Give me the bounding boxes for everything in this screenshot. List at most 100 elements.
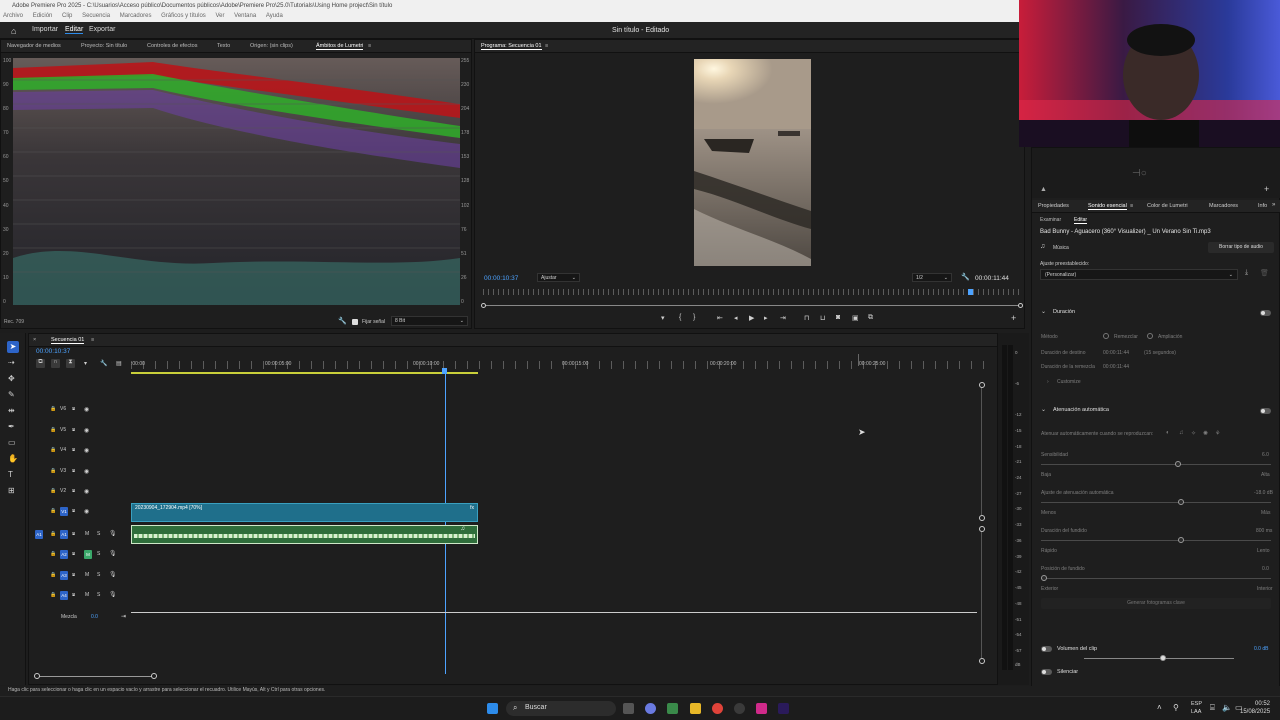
zoom-handle-right[interactable] <box>1018 303 1023 308</box>
lock-icon[interactable]: 🔒 <box>50 531 56 537</box>
menu-graficos[interactable]: Gráficos y títulos <box>161 13 206 19</box>
sync-icon[interactable]: ⧈ <box>72 406 75 412</box>
eye-icon[interactable]: ◉ <box>84 508 89 515</box>
add-marker-icon[interactable]: ▾ <box>84 360 87 367</box>
fade-duration-value[interactable]: 800 ms <box>1256 528 1272 534</box>
sync-icon[interactable]: ⧈ <box>72 508 75 514</box>
ducking-amount-slider[interactable] <box>1041 502 1271 503</box>
nest-toggle-icon[interactable]: ⧉ <box>36 359 45 368</box>
lock-icon[interactable]: 🔒 <box>50 572 56 578</box>
menu-ventana[interactable]: Ventana <box>234 13 256 19</box>
duration-toggle[interactable] <box>1260 310 1271 316</box>
pen-tool-icon[interactable]: ✒ <box>8 422 15 431</box>
location-icon[interactable]: ⚲ <box>1173 703 1179 712</box>
mute-toggle[interactable] <box>1041 669 1052 675</box>
audio-clip[interactable]: ♫ <box>131 525 478 544</box>
compare-icon[interactable]: ▣ <box>852 314 859 322</box>
wrench-icon[interactable]: 🔧 <box>338 317 347 325</box>
tab-media-browser[interactable]: Navegador de medios <box>7 43 61 49</box>
go-to-out-icon[interactable]: ⇥ <box>780 314 786 322</box>
lock-icon[interactable]: 🔒 <box>50 447 56 453</box>
ducking-amount-knob[interactable] <box>1178 499 1184 505</box>
zoom-handle-left[interactable] <box>481 303 486 308</box>
fix-signal-checkbox[interactable] <box>352 319 358 325</box>
solo-track-icon[interactable]: S <box>97 592 100 598</box>
menu-clip[interactable]: Clip <box>62 13 72 19</box>
audio-scroll-top[interactable] <box>979 526 985 532</box>
lock-icon[interactable]: 🔒 <box>50 508 56 514</box>
tab-essential-sound[interactable]: Sonido esencial <box>1088 203 1127 210</box>
fade-position-value[interactable]: 0.0 <box>1262 566 1269 572</box>
premiere-pro-icon[interactable] <box>778 703 789 714</box>
fade-duration-knob[interactable] <box>1178 537 1184 543</box>
marker-icon[interactable]: ▾ <box>661 314 665 322</box>
tab-effect-controls[interactable]: Controles de efectos <box>147 43 197 49</box>
proxy-icon[interactable]: ⧉ <box>868 314 873 322</box>
task-view-icon[interactable] <box>623 703 634 714</box>
mix-value[interactable]: 0.0 <box>91 614 98 620</box>
chevron-up-icon[interactable]: ˄ <box>1157 703 1162 712</box>
snap-icon[interactable]: ∩ <box>51 359 60 368</box>
sensitivity-slider[interactable] <box>1041 464 1271 465</box>
horizontal-zoom-bar[interactable] <box>37 676 155 677</box>
menu-ayuda[interactable]: Ayuda <box>266 13 283 19</box>
menu-secuencia[interactable]: Secuencia <box>82 13 110 19</box>
sync-icon[interactable]: ⧈ <box>72 551 75 557</box>
volume-icon[interactable]: 🔈 <box>1222 703 1232 712</box>
ducking-section-title[interactable]: Atenuación automática <box>1053 407 1109 413</box>
zoom-scrollbar[interactable] <box>483 305 1021 306</box>
bit-depth-select[interactable]: 8 Bit ⌄ <box>391 316 468 326</box>
taskbar-search[interactable]: ⌕ Buscar <box>506 701 616 716</box>
eye-icon[interactable]: ◉ <box>84 447 89 454</box>
clip-volume-value[interactable]: 0.0 dB <box>1254 646 1268 652</box>
track-label-a4[interactable]: A4 <box>60 591 68 600</box>
fade-duration-slider[interactable] <box>1041 540 1271 541</box>
track-label-a1[interactable]: A1 <box>60 530 68 539</box>
mic-icon[interactable]: 🎙 <box>109 591 117 598</box>
playhead-line[interactable] <box>445 372 446 674</box>
mute-track-icon[interactable]: M <box>85 572 89 578</box>
go-to-in-icon[interactable]: ⇤ <box>717 314 723 322</box>
eye-icon[interactable]: ◉ <box>84 468 89 475</box>
zoom-handle-left[interactable] <box>34 673 40 679</box>
menu-marcadores[interactable]: Marcadores <box>120 13 152 19</box>
wrench-icon[interactable]: 🔧 <box>100 360 107 367</box>
track-label-v1[interactable]: V1 <box>60 507 68 516</box>
overflow-icon[interactable]: » <box>1272 202 1275 208</box>
camera-icon[interactable]: ◙ <box>836 314 840 321</box>
sync-icon[interactable]: ⧈ <box>72 592 75 598</box>
timeline-timecode[interactable]: 00:00:10:37 <box>36 348 70 355</box>
track-label-a2[interactable]: A2 <box>60 550 68 559</box>
tab-source[interactable]: Origen: (sin clips) <box>250 43 293 49</box>
copilot-icon[interactable] <box>645 703 656 714</box>
eye-icon[interactable]: ◉ <box>84 406 89 413</box>
ambience-duck-icon[interactable]: ✺ <box>1203 430 1208 437</box>
sync-icon[interactable]: ⧈ <box>72 447 75 453</box>
fade-position-knob[interactable] <box>1041 575 1047 581</box>
menu-archivo[interactable]: Archivo <box>3 13 23 19</box>
home-icon[interactable]: ⌂ <box>11 26 16 36</box>
language-code[interactable]: ESP <box>1191 701 1202 707</box>
selection-tool-icon[interactable]: ➤ <box>7 341 19 353</box>
tab-properties[interactable]: Propiedades <box>1038 203 1069 209</box>
rectangle-tool-icon[interactable]: ▭ <box>8 438 16 447</box>
menu-ver[interactable]: Ver <box>215 13 224 19</box>
windows-start-icon[interactable] <box>487 703 498 714</box>
tab-importar[interactable]: Importar <box>32 26 58 33</box>
tab-program[interactable]: Programa: Secuencia 01 <box>481 43 542 50</box>
chevron-right-icon[interactable]: › <box>1047 379 1049 385</box>
clock-date[interactable]: 15/08/2025 <box>1240 709 1270 715</box>
eye-icon[interactable]: ◉ <box>84 427 89 434</box>
duration-section-title[interactable]: Duración <box>1053 309 1075 315</box>
program-timecode[interactable]: 00:00:10:37 <box>484 275 518 282</box>
tab-exportar[interactable]: Exportar <box>89 26 115 33</box>
clip-volume-knob[interactable] <box>1160 655 1166 661</box>
captions-icon[interactable]: ▤ <box>116 360 122 367</box>
menu-edicion[interactable]: Edición <box>33 13 53 19</box>
track-label-a3[interactable]: A3 <box>60 571 68 580</box>
lock-icon[interactable]: 🔒 <box>50 468 56 474</box>
trash-icon[interactable]: 🗑 <box>1260 269 1269 277</box>
target-duration-value[interactable]: 00:00:11:44 <box>1103 350 1129 356</box>
hand-tool-icon[interactable]: ✋ <box>8 454 18 463</box>
ducking-amount-value[interactable]: -18.0 dB <box>1254 490 1273 496</box>
